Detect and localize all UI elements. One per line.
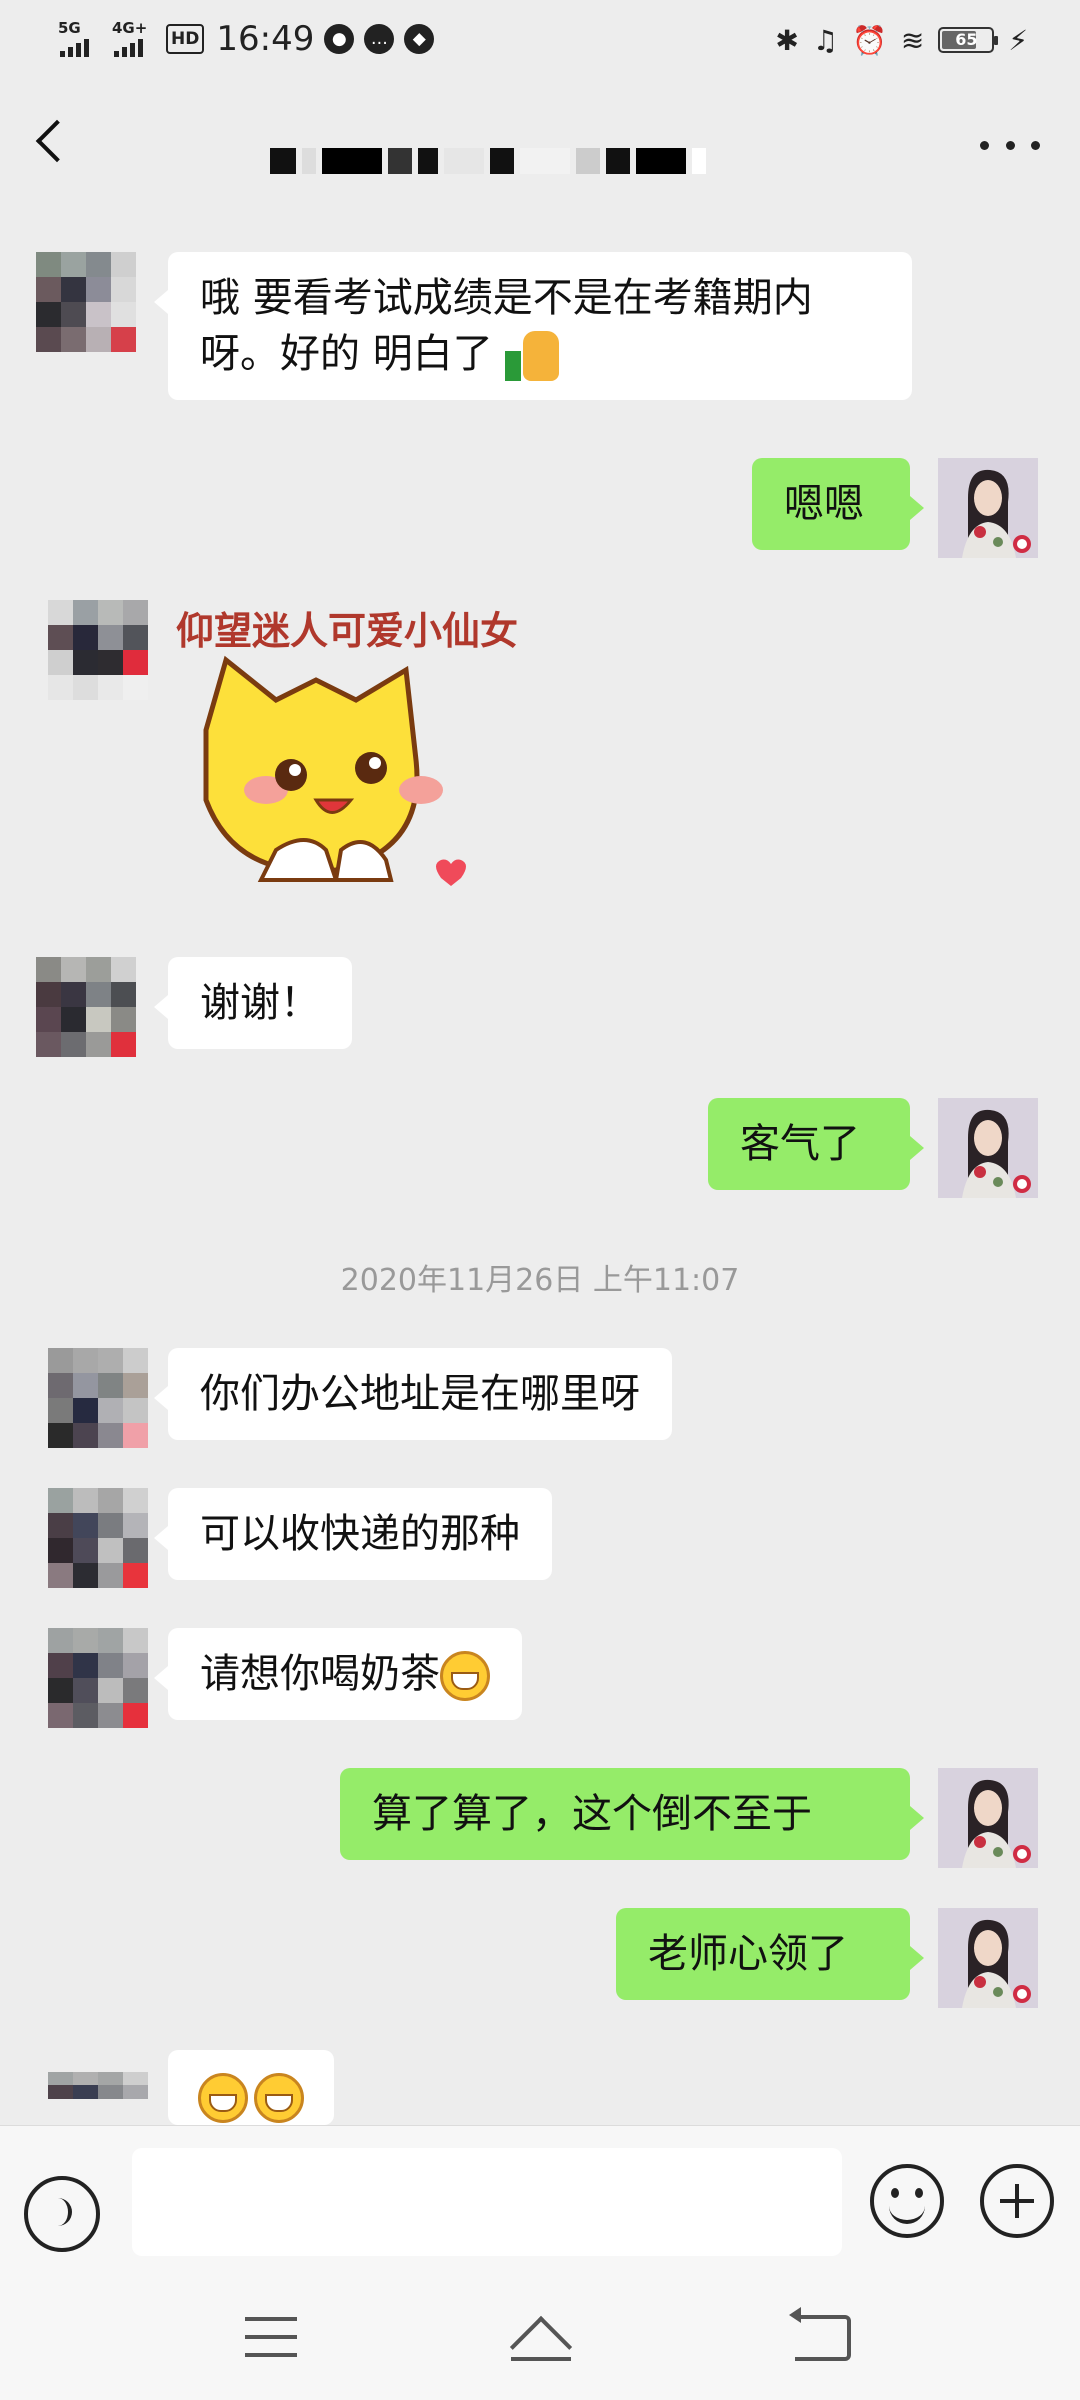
message-bubble[interactable]: 你们办公地址是在哪里呀 (154, 1348, 672, 1440)
contact-avatar[interactable] (36, 957, 136, 1057)
emoji-icon[interactable] (870, 2164, 944, 2238)
contact-avatar[interactable] (48, 1348, 148, 1448)
message-bubble[interactable]: 可以收快递的那种 (154, 1488, 552, 1580)
cute-yellow-face-sticker[interactable]: 仰望迷人可爱小仙女 (166, 600, 518, 930)
message-text: 谢谢！ (200, 980, 320, 1026)
chat-title-redacted (270, 148, 706, 174)
message-text: 老师心领了 (648, 1931, 848, 1977)
message-bubble[interactable]: 客气了 (708, 1098, 924, 1190)
message-bubble[interactable]: 请想你喝奶茶 (154, 1628, 522, 1720)
wifi-icon: ≋ (900, 23, 925, 57)
my-avatar[interactable] (938, 458, 1038, 558)
network-label-5g: 5G (58, 19, 81, 37)
battery-icon: 65 (938, 27, 999, 53)
message-text: 你们办公地址是在哪里呀 (200, 1371, 640, 1417)
sticker-caption: 仰望迷人可爱小仙女 (176, 608, 519, 653)
contact-avatar[interactable] (48, 2072, 148, 2125)
message-bubble[interactable]: 老师心领了 (616, 1908, 924, 2000)
message-bubble[interactable] (168, 2050, 334, 2125)
message-icon: … (364, 24, 395, 54)
system-nav-bar (0, 2295, 1080, 2400)
message-input[interactable] (132, 2148, 842, 2256)
woman-portrait-icon (938, 1908, 1038, 2008)
plus-icon[interactable] (980, 2164, 1054, 2238)
woman-portrait-icon (938, 1768, 1038, 1868)
back-arrow-icon[interactable] (22, 112, 82, 172)
network-label-4g: 4G+ (112, 19, 148, 37)
woman-portrait-icon (938, 458, 1038, 558)
back-icon[interactable] (789, 2307, 851, 2361)
grin-emoji (440, 1651, 490, 1701)
message-bubble[interactable]: 谢谢！ (154, 957, 352, 1049)
message-text: 请想你喝奶茶 (200, 1651, 440, 1697)
home-icon[interactable] (505, 2313, 577, 2363)
chat-header (0, 90, 1080, 210)
message-text: 算了算了，这个倒不至于 (372, 1791, 812, 1837)
hd-badge: HD (166, 24, 205, 54)
message-text: 客气了 (740, 1121, 860, 1167)
contact-avatar[interactable] (48, 1488, 148, 1588)
headphone-icon: ♫ (812, 23, 838, 57)
status-bar: 5G 4G+ HD 16:49 ● … ◆ ✱ ♫ ⏰ ≋ 65 ⚡ (0, 0, 1080, 78)
signal-4g-icon: 4G+ (112, 19, 156, 59)
message-text: 可以收快递的那种 (200, 1511, 520, 1557)
sticker-art (203, 655, 466, 886)
chat-timestamp: 2020年11月26日 上午11:07 (340, 1263, 740, 1298)
my-avatar[interactable] (938, 1098, 1038, 1198)
laughing-tears-emoji (198, 2073, 248, 2123)
contact-avatar[interactable] (48, 600, 148, 700)
message-bubble[interactable]: 嗯嗯 (752, 458, 924, 550)
input-bar (0, 2125, 1080, 2296)
my-avatar[interactable] (938, 1768, 1038, 1868)
alarm-icon: ⏰ (851, 23, 887, 57)
laughing-tears-emoji (254, 2073, 304, 2123)
status-time: 16:49 (216, 19, 315, 59)
battery-level: 65 (955, 30, 978, 49)
my-avatar[interactable] (938, 1908, 1038, 2008)
signal-5g-icon: 5G (58, 19, 102, 59)
charging-icon: ⚡ (1008, 23, 1028, 57)
contact-avatar[interactable] (36, 252, 136, 352)
message-bubble[interactable]: 算了算了，这个倒不至于 (340, 1768, 924, 1860)
thumbs-up-icon (504, 331, 561, 381)
message-bubble[interactable]: 哦 要看考试成绩是不是在考籍期内呀。好的 明白了 (154, 252, 912, 400)
menu-icon[interactable] (245, 2317, 297, 2361)
bluetooth-icon: ✱ (775, 23, 799, 57)
voice-icon[interactable] (24, 2176, 100, 2252)
woman-portrait-icon (938, 1098, 1038, 1198)
contact-avatar[interactable] (48, 1628, 148, 1728)
wechat-icon: ● (324, 24, 355, 54)
compass-icon: ◆ (404, 24, 435, 54)
message-text: 嗯嗯 (784, 481, 864, 527)
more-dots-icon[interactable] (980, 130, 1040, 160)
